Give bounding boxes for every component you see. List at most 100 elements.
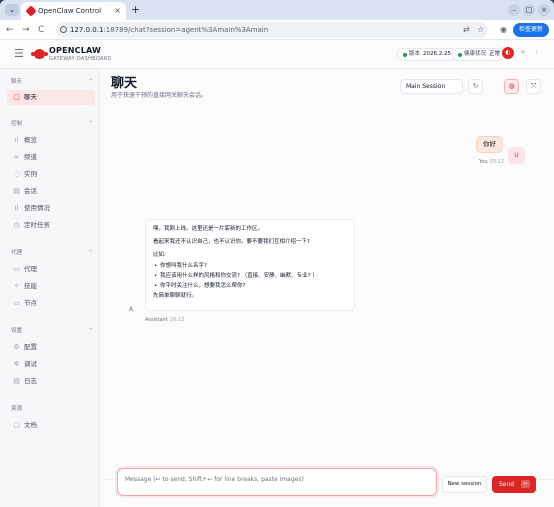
address-bar: ← → C 127.0.0.1:18789/chat?session=agent… (0, 20, 554, 40)
browser-tab[interactable]: OpenClaw Control × (21, 2, 126, 20)
sidebar-item-debug[interactable]: ✲ 调试 (7, 357, 95, 372)
sidebar-item-agents[interactable]: ▭ 代理 (7, 262, 95, 277)
tab-title: OpenClaw Control (38, 7, 102, 15)
collapse-icon[interactable]: − (88, 248, 93, 254)
sidebar-item-usage[interactable]: ıl 使用情况 (7, 201, 95, 216)
sidebar-item-label: 代理 (24, 265, 37, 273)
sidebar-item-chat[interactable]: ▢ 聊天 (7, 90, 95, 105)
app: ☰ OPENCLAW GATEWAY DASHBOARD 版本 2026.2.25… (0, 40, 554, 507)
back-button[interactable]: ← (6, 23, 14, 37)
section-chat[interactable]: 聊天 − (11, 77, 93, 85)
reload-button[interactable]: C (38, 23, 44, 37)
user-message-meta: You 20:12 (479, 159, 504, 165)
refresh-button[interactable]: ↻ (468, 79, 483, 94)
message-line: 看起来我还不认识自己，也不认识你。要不要我们互相介绍一下? (153, 239, 310, 245)
status-dot-icon (458, 53, 462, 57)
assistant-avatar: A (128, 306, 134, 313)
folder-icon: ▭ (13, 265, 20, 273)
message-time: 20:12 (489, 159, 505, 165)
radio-icon: ◌ (13, 170, 20, 178)
sidebar-item-logs[interactable]: ▤ 日志 (7, 374, 95, 389)
page-title: 聊天 (111, 76, 138, 91)
composer: New session Send ↩ (101, 468, 554, 507)
sidebar-item-label: 技能 (24, 282, 37, 290)
minimize-button[interactable]: – (508, 4, 520, 16)
send-label: Send (499, 481, 515, 488)
expand-button[interactable]: ⤧ (526, 79, 541, 94)
list-item: 你平时关注什么，想要我怎么帮你? (153, 282, 347, 290)
message-input[interactable] (117, 468, 437, 496)
sidebar-item-label: 频道 (24, 153, 37, 161)
user-avatar: U (508, 147, 525, 164)
collapse-icon[interactable]: − (88, 119, 93, 125)
new-session-button[interactable]: New session (442, 476, 487, 493)
account-icon[interactable]: ◉ (500, 23, 507, 37)
sender-name: You (479, 159, 488, 165)
gear-icon: ⚙ (13, 343, 20, 351)
list-item: 我应该用什么样的风格和你交流? （直接、安静、幽默、专业? ） (153, 272, 347, 280)
sidebar-item-nodes[interactable]: ▭ 节点 (7, 296, 95, 311)
sidebar-item-label: 调试 (24, 360, 37, 368)
bar-chart-icon: ıl (14, 204, 19, 212)
dark-theme-icon[interactable]: ☾ (532, 47, 544, 59)
focus-mode-button[interactable]: ◍ (504, 79, 519, 94)
url-field[interactable]: 127.0.0.1:18789/chat?session=agent%3Amai… (56, 22, 488, 38)
sidebar-item-instances[interactable]: ◌ 实例 (7, 167, 95, 182)
enter-key-icon: ↩ (521, 480, 530, 488)
url-path: :18789/chat?session=agent%3Amain%3Amain (103, 26, 269, 34)
browser-window: ⌄ OpenClaw Control × + – □ × ← → C 127.0… (0, 0, 554, 507)
sidebar-item-label: 日志 (24, 377, 37, 385)
session-select[interactable]: Main Session (400, 79, 463, 94)
page-subtitle: 用于快速干预的直接网关聊天会话。 (111, 92, 208, 99)
maximize-button[interactable]: □ (523, 4, 535, 16)
section-control[interactable]: 控制 − (11, 119, 93, 127)
sidebar-item-sessions[interactable]: ▤ 会话 (7, 184, 95, 199)
document-icon: ▤ (13, 187, 20, 195)
sidebar-item-label: 实例 (24, 170, 37, 178)
favicon-icon (25, 5, 37, 17)
sidebar-item-docs[interactable]: ▢ 文档 (7, 418, 95, 433)
chat-main: 聊天 用于快速干预的直接网关聊天会话。 Main Session ↻ ◍ ⤧ 你… (101, 69, 554, 507)
site-info-icon[interactable] (60, 26, 67, 33)
system-theme-icon[interactable]: ◐ (502, 47, 514, 59)
light-theme-icon[interactable]: ☀ (517, 47, 529, 59)
sidebar-item-config[interactable]: ⚙ 配置 (7, 340, 95, 355)
version-label: 版本 (409, 51, 421, 57)
tab-close-icon[interactable]: × (114, 2, 121, 20)
forward-button[interactable]: → (22, 23, 30, 37)
assistant-message-meta: Assistant 20:13 (145, 317, 184, 323)
sidebar-item-overview[interactable]: ıl 概览 (7, 133, 95, 148)
tab-search-button[interactable]: ⌄ (5, 4, 19, 16)
bookmark-star-icon[interactable]: ☆ (477, 23, 484, 37)
update-button[interactable]: 检查更新 (512, 23, 549, 37)
section-agents[interactable]: 代理 − (11, 248, 93, 256)
collapse-icon[interactable]: − (88, 77, 93, 83)
sidebar-item-cron[interactable]: ◷ 定时任务 (7, 218, 95, 233)
translate-icon[interactable]: ⇄ (463, 23, 470, 37)
app-header: ☰ OPENCLAW GATEWAY DASHBOARD 版本 2026.2.25… (0, 40, 554, 69)
sidebar-item-label: 节点 (24, 299, 37, 307)
close-window-button[interactable]: × (538, 4, 550, 16)
section-settings[interactable]: 设置 − (11, 326, 93, 334)
send-button[interactable]: Send ↩ (492, 476, 536, 493)
version-pill: 版本 2026.2.25 (397, 48, 458, 61)
sidebar-item-label: 会话 (24, 187, 37, 195)
log-icon: ▤ (13, 377, 20, 385)
link-icon: ∞ (13, 153, 20, 161)
health-value: 正常 (489, 51, 501, 57)
section-resources[interactable]: 资源 (11, 404, 93, 412)
book-icon: ▢ (13, 421, 20, 429)
menu-icon[interactable]: ☰ (14, 48, 24, 60)
sidebar-item-channels[interactable]: ∞ 频道 (7, 150, 95, 165)
collapse-icon[interactable]: − (88, 326, 93, 332)
sidebar-item-label: 聊天 (24, 93, 37, 101)
window-controls: – □ × (508, 4, 550, 16)
new-tab-button[interactable]: + (131, 2, 140, 18)
brand-name: OPENCLAW (49, 46, 102, 55)
health-pill: 健康状况 正常 (452, 48, 507, 61)
message-time: 20:13 (169, 317, 185, 323)
sidebar-item-skills[interactable]: ✧ 技能 (7, 279, 95, 294)
openclaw-logo-icon (31, 49, 48, 59)
message-line: 比如: (153, 252, 166, 258)
bar-chart-icon: ıl (14, 136, 19, 144)
